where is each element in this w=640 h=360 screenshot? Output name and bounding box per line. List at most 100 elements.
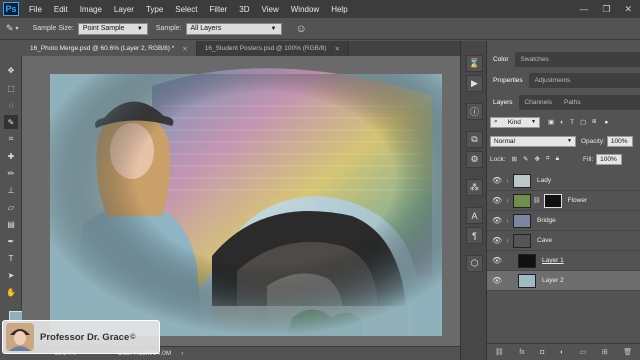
lock-artboard-icon[interactable]: ⌗	[546, 155, 550, 163]
hand-tool-icon[interactable]: ✋	[4, 285, 18, 299]
close-button[interactable]: ✕	[624, 4, 632, 15]
new-group-icon[interactable]: ▭	[580, 348, 587, 356]
menu-select[interactable]: Select	[169, 5, 203, 14]
layer-row-layer-2[interactable]: 👁︎ Layer 2	[487, 271, 640, 291]
close-icon[interactable]: ✕	[182, 45, 187, 53]
layer-name[interactable]: Lady	[537, 177, 551, 184]
tab-student-posters[interactable]: 16_Student Posters.psd @ 100% (RGB/8) ✕	[196, 41, 350, 56]
stamp-tool-icon[interactable]: ⊥	[4, 183, 18, 197]
eyedropper-tool-icon[interactable]: ✎	[4, 115, 18, 129]
filter-shape-icon[interactable]: ▢	[580, 118, 586, 126]
healing-tool-icon[interactable]: ✚	[4, 149, 18, 163]
sampling-ring-icon[interactable]: ☺	[296, 23, 307, 35]
close-icon[interactable]: ✕	[335, 45, 340, 53]
canvas-area[interactable]	[22, 56, 460, 346]
visibility-eye-icon[interactable]: 👁︎	[490, 196, 504, 205]
menu-edit[interactable]: Edit	[48, 5, 74, 14]
layer-style-icon[interactable]: fx	[519, 349, 524, 356]
tab-properties[interactable]: Properties	[487, 73, 529, 88]
sample-size-select[interactable]: Point Sample ▼	[77, 22, 148, 35]
crop-tool-icon[interactable]: ⌗	[4, 132, 18, 146]
layer-row-bridge[interactable]: 👁︎ ↓ Bridge	[487, 211, 640, 231]
filter-adjust-icon[interactable]: ◐	[560, 119, 564, 126]
layer-row-cave[interactable]: 👁︎ ↓ Cave	[487, 231, 640, 251]
visibility-eye-icon[interactable]: 👁︎	[490, 216, 504, 225]
lock-move-icon[interactable]: ✥	[534, 155, 539, 163]
menu-image[interactable]: Image	[74, 5, 108, 14]
layer-row-flower[interactable]: 👁︎ ↓ ⛓ Flower	[487, 191, 640, 211]
color-panel-tabs: Color Swatches	[487, 52, 640, 67]
layer-name[interactable]: Cave	[537, 237, 552, 244]
brush-tool-icon[interactable]: ✏	[4, 166, 18, 180]
sample-select[interactable]: All Layers ▼	[185, 22, 282, 35]
visibility-eye-icon[interactable]: 👁︎	[490, 256, 504, 265]
adjustment-layer-icon[interactable]: ◐	[560, 349, 564, 356]
visibility-eye-icon[interactable]: 👁︎	[490, 236, 504, 245]
lock-all-icon[interactable]: 🔒︎	[556, 155, 559, 163]
new-layer-icon[interactable]: ⊞	[602, 348, 608, 356]
menu-view[interactable]: View	[256, 5, 285, 14]
layer-row-layer-1[interactable]: 👁︎ Layer 1	[487, 251, 640, 271]
clone-source-icon[interactable]: ⧉	[466, 131, 483, 148]
menu-file[interactable]: File	[23, 5, 48, 14]
opacity-field[interactable]: 100%	[606, 135, 633, 147]
menu-window[interactable]: Window	[285, 5, 325, 14]
brush-settings-icon[interactable]: ⁂	[466, 179, 483, 196]
info-icon[interactable]: ⓘ	[466, 103, 483, 120]
menu-layer[interactable]: Layer	[108, 5, 140, 14]
menu-help[interactable]: Help	[325, 5, 353, 14]
link-layers-icon[interactable]: ⛓	[495, 348, 504, 356]
move-tool-icon[interactable]: ✥	[4, 63, 18, 77]
fill-field[interactable]: 100%	[596, 153, 623, 165]
visibility-eye-icon[interactable]: 👁︎	[490, 276, 504, 285]
add-mask-icon[interactable]: ◘	[540, 349, 544, 356]
tab-adjustments[interactable]: Adjustments	[529, 73, 577, 88]
menu-filter[interactable]: Filter	[204, 5, 234, 14]
gradient-tool-icon[interactable]: ▤	[4, 217, 18, 231]
document-canvas[interactable]	[22, 56, 460, 346]
eyedropper-tool-icon[interactable]: ✎	[6, 23, 14, 34]
tab-layers[interactable]: Layers	[487, 95, 519, 110]
kind-filter-select[interactable]: ⌕ Kind ▼	[490, 116, 540, 128]
window-controls: — ❐ ✕	[579, 4, 632, 15]
visibility-eye-icon[interactable]: 👁︎	[490, 176, 504, 185]
tab-photo-merge[interactable]: 16_Photo Merge.psd @ 60.6% (Layer 2, RGB…	[22, 41, 197, 56]
link-chain-icon[interactable]: ⛓	[533, 197, 541, 204]
menu-type[interactable]: Type	[140, 5, 169, 14]
layer-mask-thumbnail[interactable]	[543, 193, 562, 208]
marquee-tool-icon[interactable]: ⬚	[4, 81, 18, 95]
tab-paths[interactable]: Paths	[558, 95, 587, 110]
lock-paint-icon[interactable]: ✎	[523, 155, 528, 163]
tab-color[interactable]: Color	[487, 52, 515, 67]
type-tool-icon[interactable]: T	[4, 251, 18, 265]
minimize-button[interactable]: —	[579, 4, 588, 15]
adjust-icon[interactable]: ⚙	[466, 151, 483, 168]
filter-toggle[interactable]: ●	[604, 119, 608, 126]
restore-button[interactable]: ❐	[602, 4, 610, 15]
history-icon[interactable]: ⌛	[466, 55, 483, 72]
layer-name[interactable]: Flower	[568, 197, 588, 204]
layer-name[interactable]: Layer 1	[542, 257, 564, 264]
pen-tool-icon[interactable]: ✒	[4, 234, 18, 248]
tab-swatches[interactable]: Swatches	[515, 52, 555, 67]
filter-smart-icon[interactable]: ⧈	[592, 118, 596, 126]
trash-icon[interactable]: 🗑︎	[623, 348, 632, 356]
filter-pixel-icon[interactable]: ▣	[548, 118, 554, 126]
lasso-tool-icon[interactable]: ◌	[4, 98, 18, 112]
layer-name[interactable]: Layer 2	[542, 277, 564, 284]
3d-icon[interactable]: ⬡	[466, 255, 483, 272]
character-icon[interactable]: A	[466, 207, 483, 224]
layer-name[interactable]: Bridge	[537, 217, 556, 224]
play-icon[interactable]: ▶	[466, 75, 483, 92]
lock-pixels-icon[interactable]: ⊞	[512, 155, 517, 163]
layer-row-lady[interactable]: 👁︎ ↓ Lady	[487, 171, 640, 191]
eraser-tool-icon[interactable]: ▱	[4, 200, 18, 214]
tab-channels[interactable]: Channels	[519, 95, 558, 110]
chevron-down-icon[interactable]: ▾	[16, 25, 19, 32]
menu-3d[interactable]: 3D	[233, 5, 255, 14]
chevron-right-icon[interactable]: ›	[181, 350, 183, 357]
filter-type-icon[interactable]: T	[570, 119, 574, 126]
path-select-tool-icon[interactable]: ➤	[4, 268, 18, 282]
blend-mode-select[interactable]: Normal ▼	[490, 135, 576, 147]
paragraph-icon[interactable]: ¶	[466, 227, 483, 244]
